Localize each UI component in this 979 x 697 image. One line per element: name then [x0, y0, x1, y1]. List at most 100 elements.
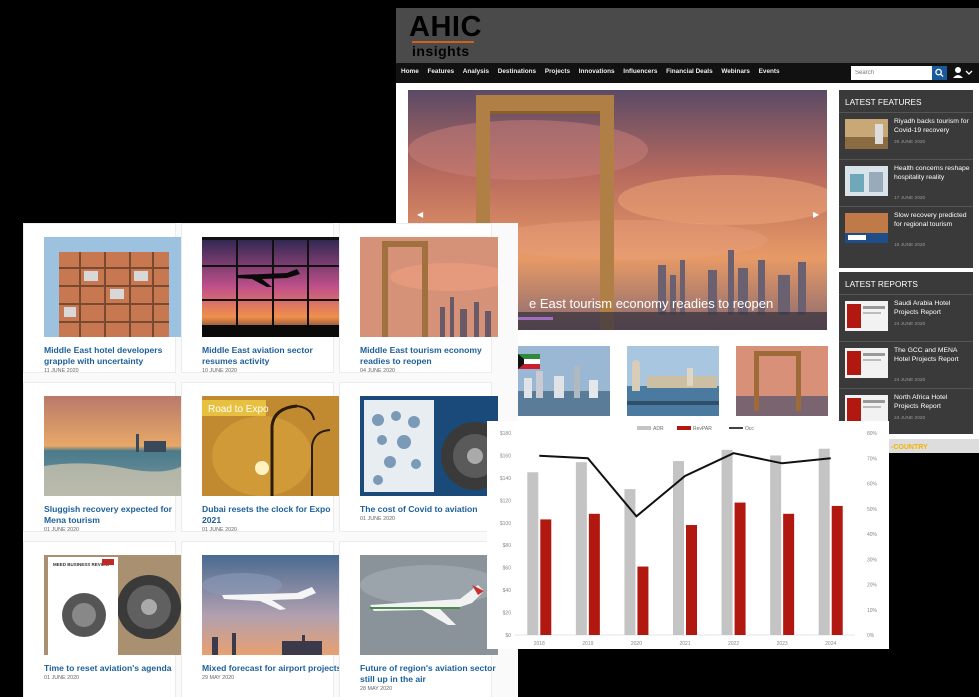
article-image-emirates-plane	[360, 555, 498, 655]
user-icon	[953, 67, 973, 78]
article-image-covid-infographic	[360, 396, 498, 496]
site-logo[interactable]: AHIC	[409, 11, 482, 44]
bar-revpar-2018	[540, 519, 552, 635]
article-title[interactable]: Middle East tourism economy readies to r…	[360, 345, 500, 368]
feature-item[interactable]: Slow recovery predicted for regional tou…	[839, 206, 973, 253]
thumbnail-kuwait[interactable]	[514, 346, 610, 426]
report-title[interactable]: Saudi Arabia Hotel Projects Report	[894, 300, 972, 317]
bar-adr-2021	[673, 461, 684, 635]
legend-swatch-revpar	[677, 426, 691, 430]
article-date: 01 JUNE 2020	[44, 675, 80, 681]
nav-features[interactable]: Features	[427, 68, 454, 75]
nav-webinars[interactable]: Webinars	[721, 68, 750, 75]
search-button[interactable]	[932, 66, 947, 80]
article-date: 28 MAY 2020	[360, 686, 393, 692]
x-tick-label: 2024	[825, 641, 836, 647]
article-title[interactable]: Dubai resets the clock for Expo 2021	[202, 504, 342, 527]
report-cover	[845, 348, 888, 378]
site-header: AHIC insights	[396, 8, 979, 63]
hero-prev-arrow-icon[interactable]: ◀	[417, 210, 423, 219]
thumbnail-waterfront[interactable]	[627, 346, 719, 426]
article-date: 10 JUNE 2020	[202, 368, 238, 374]
article-image-construction	[44, 237, 182, 337]
article-grid-window: Middle East hotel developers grapple wit…	[23, 223, 518, 697]
hero-next-arrow-icon[interactable]: ▶	[813, 210, 819, 219]
legend-swatch-adr	[637, 426, 651, 430]
article-card[interactable]: Middle East aviation sector resumes acti…	[181, 223, 340, 374]
article-card[interactable]: Middle East hotel developers grapple wit…	[23, 223, 182, 374]
nav-events[interactable]: Events	[759, 68, 780, 75]
article-card[interactable]: Mixed forecast for airport projects 29 M…	[181, 541, 341, 697]
article-date: 29 MAY 2020	[202, 675, 235, 681]
legend-label-adr: ADR	[653, 426, 664, 432]
bar-revpar-2020	[637, 566, 649, 635]
report-cover	[845, 301, 888, 331]
feature-title[interactable]: Health concerns reshape hospitality real…	[894, 165, 972, 182]
search-input[interactable]	[851, 66, 932, 80]
y-right-tick-label: 20%	[867, 583, 878, 589]
report-title[interactable]: North Africa Hotel Projects Report	[894, 394, 972, 411]
report-item[interactable]: The GCC and MENA Hotel Projects Report 2…	[839, 341, 973, 388]
magazine-label: MEED BUSINESS REVIEW	[53, 562, 110, 567]
article-title[interactable]: Future of region's aviation sector still…	[360, 663, 500, 686]
feature-thumbnail	[845, 213, 888, 243]
bar-revpar-2023	[783, 513, 795, 635]
nav-destinations[interactable]: Destinations	[498, 68, 536, 75]
report-item[interactable]: Saudi Arabia Hotel Projects Report 24 JU…	[839, 294, 973, 341]
y-left-tick-label: $20	[503, 611, 512, 617]
bar-revpar-2021	[686, 525, 697, 635]
article-title[interactable]: Middle East hotel developers grapple wit…	[44, 345, 184, 368]
bar-adr-2024	[818, 448, 830, 635]
article-card[interactable]: MEED BUSINESS REVIEW Time to reset aviat…	[23, 541, 182, 697]
y-right-tick-label: 60%	[867, 482, 878, 488]
bar-adr-2018	[527, 472, 539, 635]
report-date: 24 JUNE 2020	[894, 322, 926, 327]
article-card[interactable]: Future of region's aviation sector still…	[339, 541, 498, 697]
article-card[interactable]: Road to Expo Dubai resets the clock for …	[181, 382, 340, 533]
thumbnail-frame[interactable]	[736, 346, 828, 426]
nav-analysis[interactable]: Analysis	[463, 68, 489, 75]
article-card[interactable]: Middle East tourism economy readies to r…	[339, 223, 498, 374]
nav-projects[interactable]: Projects	[545, 68, 570, 75]
x-tick-label: 2021	[679, 641, 690, 647]
hotel-performance-chart: $0 $20 $40 $60 $80 $100 $120 $140 $160 $180 0% 10% 2…	[487, 421, 889, 649]
nav-financial-deals[interactable]: Financial Deals	[666, 68, 713, 75]
article-title[interactable]: Mixed forecast for airport projects	[202, 663, 342, 674]
x-tick-label: 2019	[582, 641, 593, 647]
bar-revpar-2019	[588, 513, 600, 635]
bar-revpar-2022	[734, 502, 746, 635]
report-title[interactable]: The GCC and MENA Hotel Projects Report	[894, 347, 972, 364]
nav-influencers[interactable]: Influencers	[623, 68, 657, 75]
y-right-tick-label: 50%	[867, 507, 878, 513]
y-right-tick-label: 40%	[867, 532, 878, 538]
feature-title[interactable]: Riyadh backs tourism for Covid-19 recove…	[894, 118, 972, 135]
article-card[interactable]: The cost of Covid to aviation 01 JUNE 20…	[339, 382, 498, 532]
article-title[interactable]: Sluggish recovery expected for Mena tour…	[44, 504, 184, 527]
feature-item[interactable]: Health concerns reshape hospitality real…	[839, 159, 973, 206]
nav-home[interactable]: Home	[401, 68, 419, 75]
y-right-tick-label: 70%	[867, 456, 878, 462]
article-title[interactable]: Middle East aviation sector resumes acti…	[202, 345, 342, 368]
user-menu-button[interactable]	[952, 65, 976, 81]
y-right-tick-label: 10%	[867, 608, 878, 614]
feature-thumbnail	[845, 166, 888, 196]
article-date: 01 JUNE 2020	[44, 527, 80, 533]
nav-innovations[interactable]: Innovations	[579, 68, 615, 75]
article-title[interactable]: The cost of Covid to aviation	[360, 504, 500, 515]
article-title[interactable]: Time to reset aviation's agenda	[44, 663, 184, 674]
country-banner-text: -COUNTRY	[891, 444, 928, 451]
bar-revpar-2024	[831, 505, 843, 635]
expo-badge: Road to Expo	[208, 404, 269, 415]
chart-canvas: $0 $20 $40 $60 $80 $100 $120 $140 $160 $180 0% 10% 2…	[500, 426, 878, 647]
article-date: 01 JUNE 2020	[360, 516, 396, 522]
y-left-tick-label: $40	[503, 588, 512, 594]
feature-title[interactable]: Slow recovery predicted for regional tou…	[894, 212, 972, 229]
hero-caption[interactable]: e East tourism economy readies to reopen	[529, 296, 773, 311]
article-card[interactable]: Sluggish recovery expected for Mena tour…	[23, 382, 182, 533]
y-left-tick-label: $140	[500, 476, 511, 482]
feature-thumbnail	[845, 119, 888, 149]
x-tick-label: 2022	[728, 641, 739, 647]
feature-item[interactable]: Riyadh backs tourism for Covid-19 recove…	[839, 112, 973, 159]
bar-adr-2022	[721, 449, 733, 635]
search-icon	[935, 68, 944, 78]
